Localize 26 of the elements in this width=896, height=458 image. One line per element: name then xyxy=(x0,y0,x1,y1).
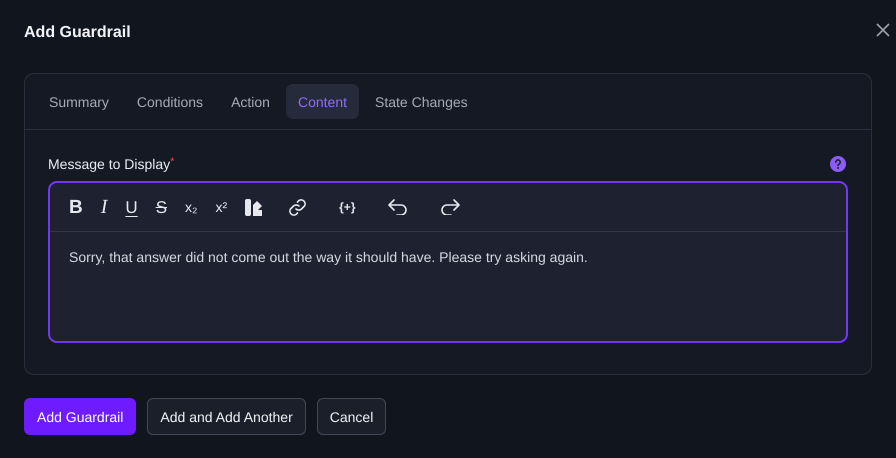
tab[interactable]: State Changes xyxy=(363,84,480,119)
message-text: Sorry, that answer did not come out the way it should have. Please try asking again. xyxy=(68,248,589,267)
help-icon[interactable] xyxy=(830,156,846,172)
secondary-button[interactable]: Add and Add Another xyxy=(147,398,306,435)
rich-text-editor[interactable]: B I U S x₂ x² {+} Sorry, that answer did not come out the way it should have. Please try asking again. xyxy=(48,181,848,343)
undo-icon xyxy=(388,199,408,215)
superscript-button[interactable]: x² xyxy=(212,198,230,216)
tab[interactable]: Summary xyxy=(37,84,121,119)
bold-button[interactable]: B xyxy=(66,196,86,218)
strikethrough-button[interactable]: S xyxy=(152,196,170,218)
link-icon xyxy=(288,198,308,216)
close-button[interactable] xyxy=(874,20,892,38)
field-label: Message to Display* xyxy=(48,156,174,172)
tab[interactable]: Content xyxy=(286,84,360,119)
italic-button[interactable]: I xyxy=(98,195,110,219)
highlighter-icon xyxy=(245,198,262,216)
underline-button[interactable]: U xyxy=(122,196,141,218)
subscript-button[interactable]: x₂ xyxy=(182,198,200,216)
redo-icon xyxy=(440,199,460,215)
variable-button[interactable]: {+} xyxy=(336,199,358,215)
add-guardrail-button[interactable]: Add Guardrail xyxy=(24,398,136,435)
close-icon xyxy=(876,22,890,36)
dialog-title: Add Guardrail xyxy=(24,24,131,42)
tab[interactable]: Conditions xyxy=(124,84,216,119)
tab[interactable]: Action xyxy=(219,84,282,119)
secondary-button[interactable]: Cancel xyxy=(316,398,386,435)
